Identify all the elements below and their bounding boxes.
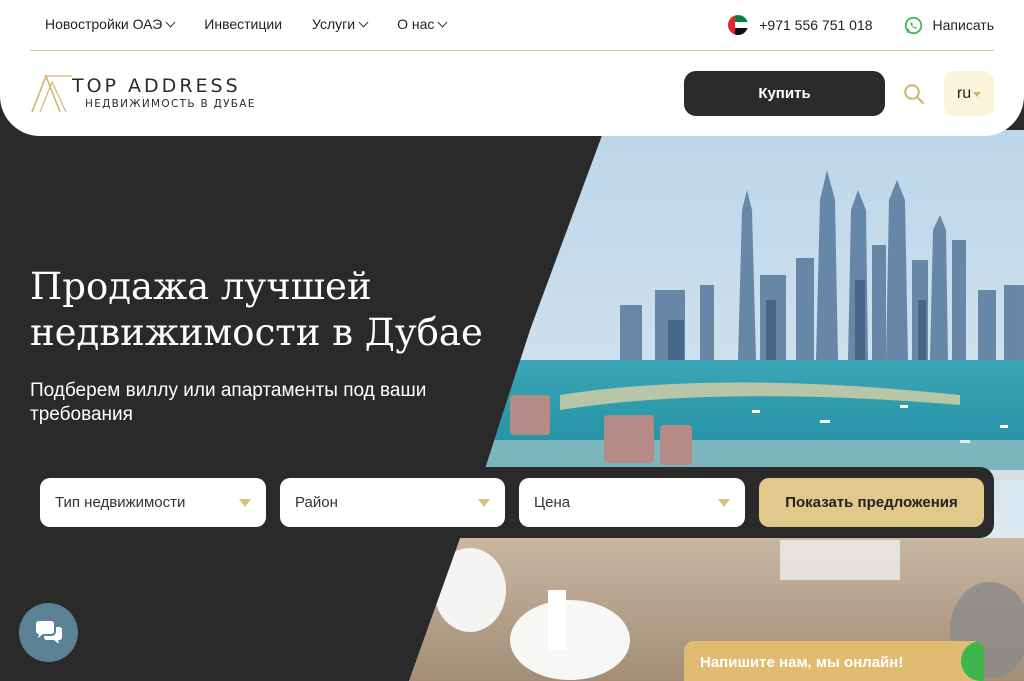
online-status-icon: [961, 641, 984, 681]
property-type-placeholder: Тип недвижимости: [55, 494, 186, 511]
phone-link[interactable]: +971 556 751 018: [759, 17, 872, 33]
nav-item-label: О нас: [397, 16, 435, 32]
language-value: ru: [956, 84, 972, 102]
show-offers-button[interactable]: Показать предложения: [759, 478, 984, 527]
chevron-down-icon: [437, 17, 448, 27]
contacts: +971 556 751 018 Написать: [728, 15, 994, 35]
caret-down-icon: [718, 499, 730, 507]
logo-subtitle: НЕДВИЖИМОСТЬ В ДУБАЕ: [85, 98, 256, 110]
price-select[interactable]: Цена: [519, 478, 745, 527]
logo[interactable]: TOP ADDRESS НЕДВИЖИМОСТЬ В ДУБАЕ: [30, 74, 260, 114]
search-icon[interactable]: [903, 83, 925, 105]
caret-down-icon: [973, 92, 982, 97]
language-select[interactable]: ru: [944, 71, 994, 116]
main-nav: Новостройки ОАЭ Инвестиции Услуги О нас: [45, 16, 476, 32]
caret-down-icon: [478, 499, 490, 507]
chat-button[interactable]: [19, 603, 78, 662]
property-type-select[interactable]: Тип недвижимости: [40, 478, 266, 527]
property-search-bar: Тип недвижимости Район Цена Показать пре…: [30, 467, 994, 538]
chevron-down-icon: [358, 17, 369, 27]
caret-down-icon: [239, 499, 251, 507]
nav-item-new-buildings[interactable]: Новостройки ОАЭ: [45, 16, 176, 32]
nav-item-about[interactable]: О нас: [397, 16, 448, 32]
nav-item-services[interactable]: Услуги: [312, 16, 369, 32]
district-placeholder: Район: [295, 494, 338, 511]
online-chat-label: Напишите нам, мы онлайн!: [700, 654, 904, 671]
nav-item-investments[interactable]: Инвестиции: [204, 16, 282, 32]
logo-title: TOP ADDRESS: [72, 75, 241, 97]
chat-icon: [35, 620, 62, 644]
top-bar: Новостройки ОАЭ Инвестиции Услуги О нас …: [30, 0, 994, 51]
online-chat-bar[interactable]: Напишите нам, мы онлайн!: [684, 641, 984, 681]
logo-mark-icon: [31, 74, 72, 113]
nav-item-label: Услуги: [312, 16, 356, 32]
chevron-down-icon: [165, 17, 176, 27]
nav-item-label: Новостройки ОАЭ: [45, 16, 163, 32]
whatsapp-icon[interactable]: [904, 16, 923, 35]
hero-title: Продажа лучшей недвижимости в Дубае: [30, 265, 483, 354]
nav-item-label: Инвестиции: [204, 16, 283, 32]
write-link[interactable]: Написать: [933, 17, 994, 33]
site-header: Новостройки ОАЭ Инвестиции Услуги О нас …: [0, 0, 1024, 136]
hero-subtitle: Подберем виллу или апартаменты под ваши …: [30, 380, 427, 425]
district-select[interactable]: Район: [280, 478, 505, 527]
buy-button[interactable]: Купить: [684, 71, 885, 116]
price-placeholder: Цена: [534, 494, 571, 511]
uae-flag-icon: [728, 15, 749, 35]
